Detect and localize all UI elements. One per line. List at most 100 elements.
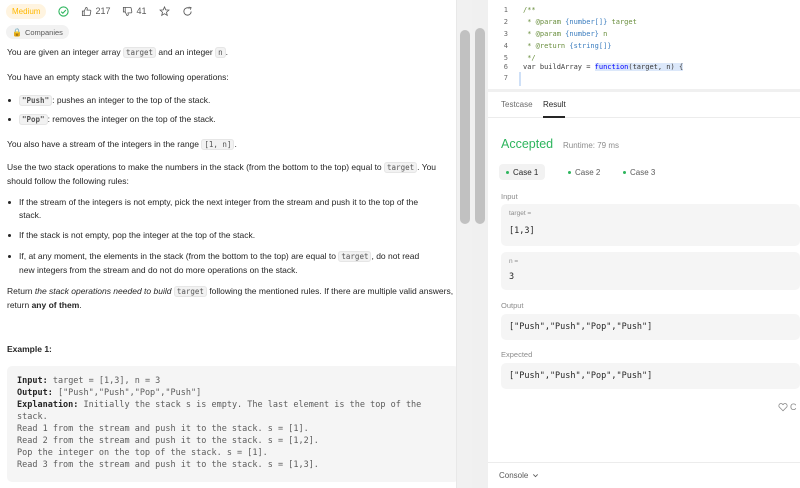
example-explanation: Explanation: Initially the stack s is em… xyxy=(17,399,449,423)
label: Input: xyxy=(17,376,48,386)
console-tabs: Testcase Result xyxy=(488,92,800,118)
tab-result[interactable]: Result xyxy=(543,100,566,109)
result-status: Accepted xyxy=(501,137,554,151)
text: any of them xyxy=(31,299,80,310)
thumbs-down-icon xyxy=(122,6,133,17)
text: * @return xyxy=(523,42,570,50)
rule-3: If, at any moment, the elements in the s… xyxy=(7,250,437,276)
expected-label: Expected xyxy=(501,350,533,359)
rule-2: If the stack is not empty, pop the integ… xyxy=(7,229,433,242)
param-value: [1,3] xyxy=(509,226,535,236)
companies-tag[interactable]: 🔒 Companies xyxy=(6,25,69,39)
inline-code: target xyxy=(122,47,157,58)
case-tab-3[interactable]: Case 3 xyxy=(623,164,655,180)
example-line: Read 1 from the stream and push it to th… xyxy=(17,424,309,434)
text: var buildArray = xyxy=(523,63,595,71)
console-label: Console xyxy=(499,471,529,480)
text: Use the two stack operations to make the… xyxy=(7,162,385,172)
chevron-down-icon xyxy=(532,472,539,479)
text: : removes the integer on the top of the … xyxy=(47,114,216,124)
text: You also have a stream of the integers i… xyxy=(7,139,202,149)
text: You are given an integer array xyxy=(7,47,123,57)
case-label: Case 1 xyxy=(513,167,539,177)
pass-dot-icon xyxy=(506,170,509,174)
console-footer: Console xyxy=(488,462,800,488)
value: target = [1,3], n = 3 xyxy=(47,376,161,386)
example-title: Example 1: xyxy=(7,344,52,354)
companies-label: Companies xyxy=(24,27,63,37)
pass-dot-icon xyxy=(623,170,626,174)
example-block: Input: target = [1,3], n = 3 Output: ["P… xyxy=(7,366,459,482)
text: : pushes an integer to the top of the st… xyxy=(52,95,211,105)
console-toggle[interactable]: Console xyxy=(499,471,539,480)
expected-value: ["Push","Push","Pop","Push"] xyxy=(509,371,653,381)
expected-box: ["Push","Push","Pop","Push"] xyxy=(501,363,800,389)
line-number: 1 xyxy=(503,6,508,14)
scrollbar-thumb[interactable] xyxy=(460,30,470,224)
line-number: 4 xyxy=(503,42,508,50)
statement-paragraph-1: You are given an integer array target an… xyxy=(7,46,228,60)
code-line-3: * @param {number} n xyxy=(523,30,607,38)
code-line-1: /** xyxy=(523,6,536,14)
code-line-4: * @return {string[]} xyxy=(523,42,612,50)
description-scrollbar[interactable] xyxy=(456,0,472,488)
input-param-n: n = 3 xyxy=(501,252,800,290)
text: {number} xyxy=(565,30,599,38)
case-label: Case 3 xyxy=(630,167,656,177)
inline-code: target xyxy=(384,162,418,173)
line-number: 6 xyxy=(503,63,508,71)
text: If, at any moment, the elements in the s… xyxy=(19,251,339,261)
inline-code: "Pop" xyxy=(19,114,48,125)
solved-check-icon xyxy=(58,5,70,17)
operation-pop: "Pop": removes the integer on the top of… xyxy=(7,113,216,127)
text: target xyxy=(607,18,637,26)
tab-testcase[interactable]: Testcase xyxy=(501,100,533,109)
line-number: 3 xyxy=(503,30,508,38)
statement-paragraph-2: You have an empty stack with the two fol… xyxy=(7,72,229,82)
star-icon[interactable] xyxy=(158,5,170,17)
line-number: 2 xyxy=(503,18,508,26)
inline-code: [1, n] xyxy=(201,139,235,150)
label: Output: xyxy=(17,388,53,398)
share-icon[interactable] xyxy=(182,6,193,17)
example-line: Read 2 from the stream and push it to th… xyxy=(17,436,319,446)
statement-paragraph-3: You also have a stream of the integers i… xyxy=(7,138,237,152)
param-value: 3 xyxy=(509,272,515,282)
example-input: Input: target = [1,3], n = 3 xyxy=(17,375,449,387)
text: {number[]} xyxy=(565,18,608,26)
inline-code: "Push" xyxy=(19,95,53,106)
text: Return xyxy=(7,286,35,296)
feedback-button[interactable]: C xyxy=(778,402,797,412)
panel-divider[interactable] xyxy=(472,0,488,488)
output-box: ["Push","Push","Pop","Push"] xyxy=(501,314,800,340)
feedback-label: C xyxy=(790,402,797,412)
heart-icon xyxy=(778,402,788,412)
lock-icon: 🔒 xyxy=(12,27,22,37)
text: the stack operations needed to build xyxy=(34,286,174,296)
text: . xyxy=(234,139,237,149)
runtime-label: Runtime: 79 ms xyxy=(563,141,620,150)
value: Initially the stack s is empty. The last… xyxy=(17,400,422,422)
input-label: Input xyxy=(501,192,518,201)
param-name: n = xyxy=(509,258,519,265)
like-button[interactable]: 217 xyxy=(81,6,110,17)
case-tab-1[interactable]: Case 1 xyxy=(499,164,546,180)
code-line-2: * @param {number[]} target xyxy=(523,18,637,26)
case-tab-2[interactable]: Case 2 xyxy=(568,164,600,180)
text: * @param xyxy=(523,18,566,26)
text: and an integer xyxy=(156,47,216,57)
example-line: Pop the integer on the top of the stack.… xyxy=(17,448,268,458)
divider-scroll-thumb[interactable] xyxy=(475,28,485,224)
inline-code: target xyxy=(338,251,372,262)
app-root: Medium 217 41 🔒 Companies You are given … xyxy=(0,0,800,488)
thumbs-up-icon xyxy=(81,6,92,17)
label: Explanation: xyxy=(17,400,79,410)
case-label: Case 2 xyxy=(575,167,601,177)
code-editor[interactable]: 1 2 3 4 5 6 7 /** * @param {number[]} ta… xyxy=(488,0,800,89)
dislike-button[interactable]: 41 xyxy=(122,6,147,17)
example-output: Output: ["Push","Push","Pop","Push"] xyxy=(17,387,449,399)
rule-1: If the stream of the integers is not emp… xyxy=(7,196,433,221)
text: {string[]} xyxy=(569,42,612,50)
text: * @param xyxy=(523,30,566,38)
text: . xyxy=(79,299,82,310)
